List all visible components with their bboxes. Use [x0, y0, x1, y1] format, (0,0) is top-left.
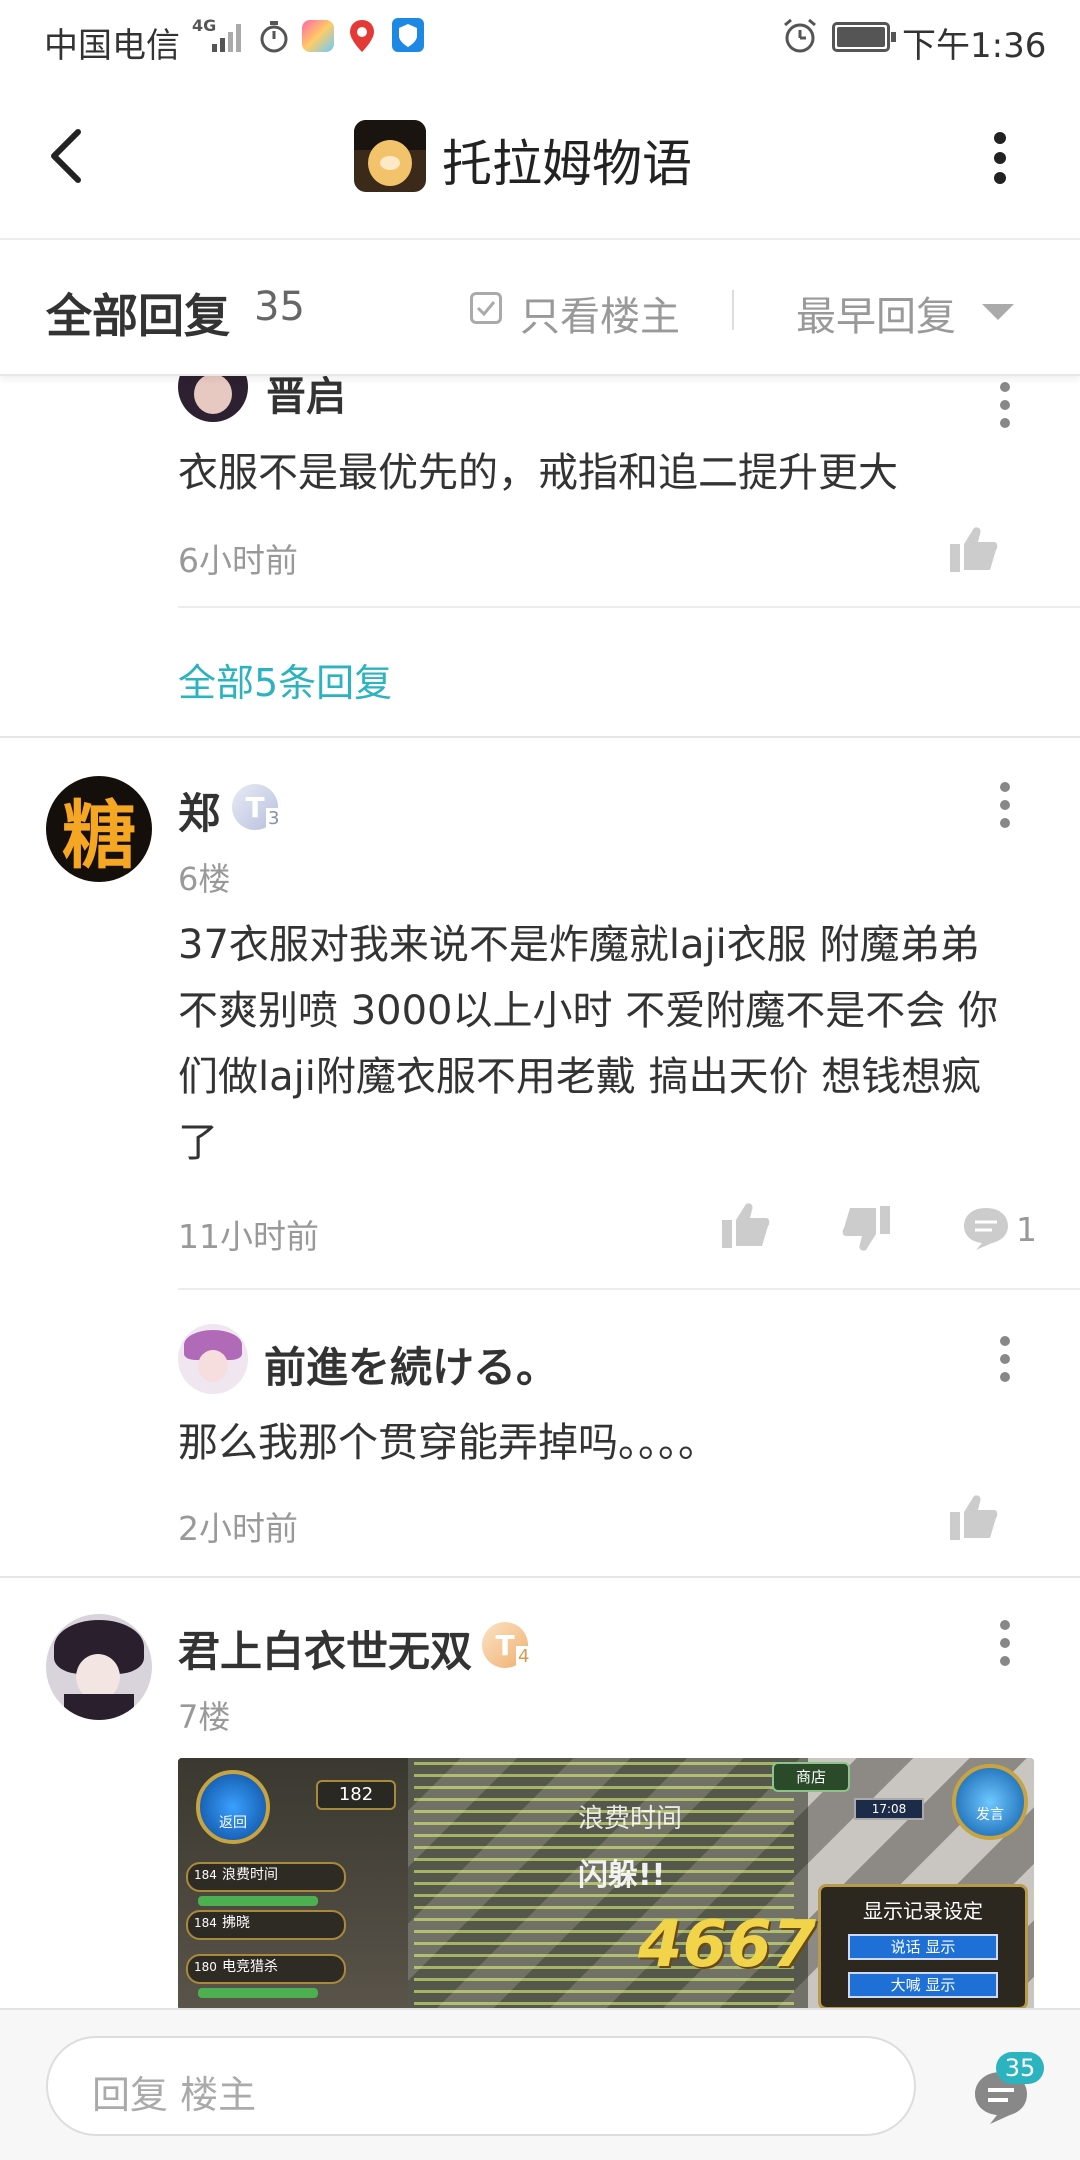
back-game-button: 返回 — [196, 1770, 270, 1844]
floating-text: 浪费时间 — [578, 1804, 683, 1834]
vertical-dots-icon[interactable] — [1000, 1336, 1010, 1390]
post-body: 37衣服对我来说不是炸魔就laji衣服 附魔弟弟 不爽别喷 3000以上小时 不… — [178, 912, 1058, 1176]
reply-count-badge: 35 — [996, 2052, 1044, 2084]
post-line: 了 — [178, 1120, 218, 1166]
gallery-app-icon — [302, 20, 334, 52]
post-line: 不爽别喷 3000以上小时 不爱附魔不是不会 你 — [178, 988, 998, 1034]
post-time: 11小时前 — [178, 1217, 319, 1256]
shop-button: 商店 — [772, 1762, 850, 1792]
damage-number: 4667 — [638, 1908, 817, 1982]
divider — [178, 606, 1080, 608]
comment-icon[interactable] — [962, 1206, 1010, 1250]
caret-down-icon[interactable] — [982, 304, 1014, 322]
alarm-icon — [784, 18, 816, 53]
comment-count: 1 — [1016, 1210, 1037, 1249]
skill-row: 180 电竞猎杀 — [186, 1954, 346, 1984]
sort-dropdown[interactable]: 最早回复 — [796, 284, 956, 342]
app-header: 托拉姆物语 — [0, 76, 1080, 240]
stopwatch-icon — [260, 21, 288, 53]
reply-bar: 回复 楼主 35 — [0, 2008, 1080, 2160]
status-bar: 中国电信 4G 下午1:36 — [0, 0, 1080, 76]
reply-filter-bar: 全部回复 35 只看楼主 最早回复 — [0, 242, 1080, 376]
reply-count: 35 — [254, 284, 305, 330]
reply-username[interactable]: 前進を続ける。 — [264, 1334, 558, 1395]
level-display: 182 — [316, 1780, 396, 1810]
battery-icon — [832, 22, 896, 52]
avatar[interactable]: 糖 — [46, 776, 152, 882]
post-image[interactable]: 返回 182 184 浪费时间 184 拂晓 180 电竞猎杀 浪费时间 闪躲!… — [178, 1758, 1034, 2010]
reply-input[interactable]: 回复 楼主 — [46, 2036, 916, 2136]
post-line: 37衣服对我来说不是炸魔就laji衣服 附魔弟弟 — [178, 922, 980, 968]
vertical-dots-icon[interactable] — [1000, 1620, 1010, 1674]
log-settings-panel: 显示记录设定 说话 显示 大喊 显示 — [818, 1884, 1028, 2010]
reply-time: 6小时前 — [178, 541, 298, 580]
vertical-dots-icon[interactable] — [1000, 782, 1010, 836]
dodge-text: 闪躲!! — [578, 1858, 666, 1893]
only-op-toggle[interactable]: 只看楼主 — [520, 284, 680, 342]
thumbs-up-icon[interactable] — [950, 1494, 998, 1540]
floor-number: 6楼 — [178, 860, 231, 898]
post-line: 们做laji附魔衣服不用老戴 搞出天价 想钱想疯 — [178, 1054, 982, 1100]
shield-app-icon — [392, 18, 424, 52]
signal-icon — [212, 24, 241, 52]
vertical-dots-icon[interactable] — [1000, 382, 1010, 436]
reply-text: 衣服不是最优先的，戒指和追二提升更大 — [178, 450, 898, 496]
section-divider — [0, 736, 1080, 738]
view-all-replies-link[interactable]: 全部5条回复 — [178, 652, 392, 707]
clock-label: 下午1:36 — [902, 26, 1047, 66]
floor-number: 7楼 — [178, 1698, 231, 1736]
avatar[interactable] — [178, 1324, 248, 1394]
divider — [178, 1288, 1080, 1290]
level-number: 3 — [266, 808, 282, 829]
map-pin-icon — [350, 20, 374, 52]
vertical-dots-icon[interactable] — [994, 132, 1006, 192]
avatar-glyph: 糖 — [62, 792, 136, 879]
skill-row: 184 拂晓 — [186, 1910, 346, 1940]
game-clock: 17:08 — [854, 1798, 924, 1820]
thumbs-down-icon[interactable] — [842, 1206, 890, 1252]
reply-text: 那么我那个贯穿能弄掉吗。。。。 — [178, 1420, 718, 1466]
reply-input-placeholder: 回复 楼主 — [92, 2073, 257, 2117]
reply-time: 2小时前 — [178, 1509, 298, 1548]
level-number: 4 — [516, 1646, 532, 1667]
post-username[interactable]: 郑 — [178, 780, 220, 841]
carrier-label: 中国电信 — [44, 26, 180, 66]
forum-title[interactable]: 托拉姆物语 — [442, 124, 692, 196]
avatar[interactable] — [46, 1614, 152, 1720]
thumbs-up-icon[interactable] — [722, 1202, 770, 1248]
all-replies-title: 全部回复 — [46, 289, 230, 343]
thumbs-up-icon[interactable] — [950, 526, 998, 572]
divider — [732, 290, 734, 330]
forum-avatar — [354, 120, 426, 192]
skill-row: 184 浪费时间 — [186, 1862, 346, 1892]
section-divider — [0, 1576, 1080, 1578]
checkbox-icon[interactable] — [470, 292, 502, 324]
chevron-left-icon[interactable] — [46, 128, 86, 184]
post-username[interactable]: 君上白衣世无双 — [178, 1618, 472, 1679]
talk-game-button: 发言 — [952, 1764, 1028, 1840]
